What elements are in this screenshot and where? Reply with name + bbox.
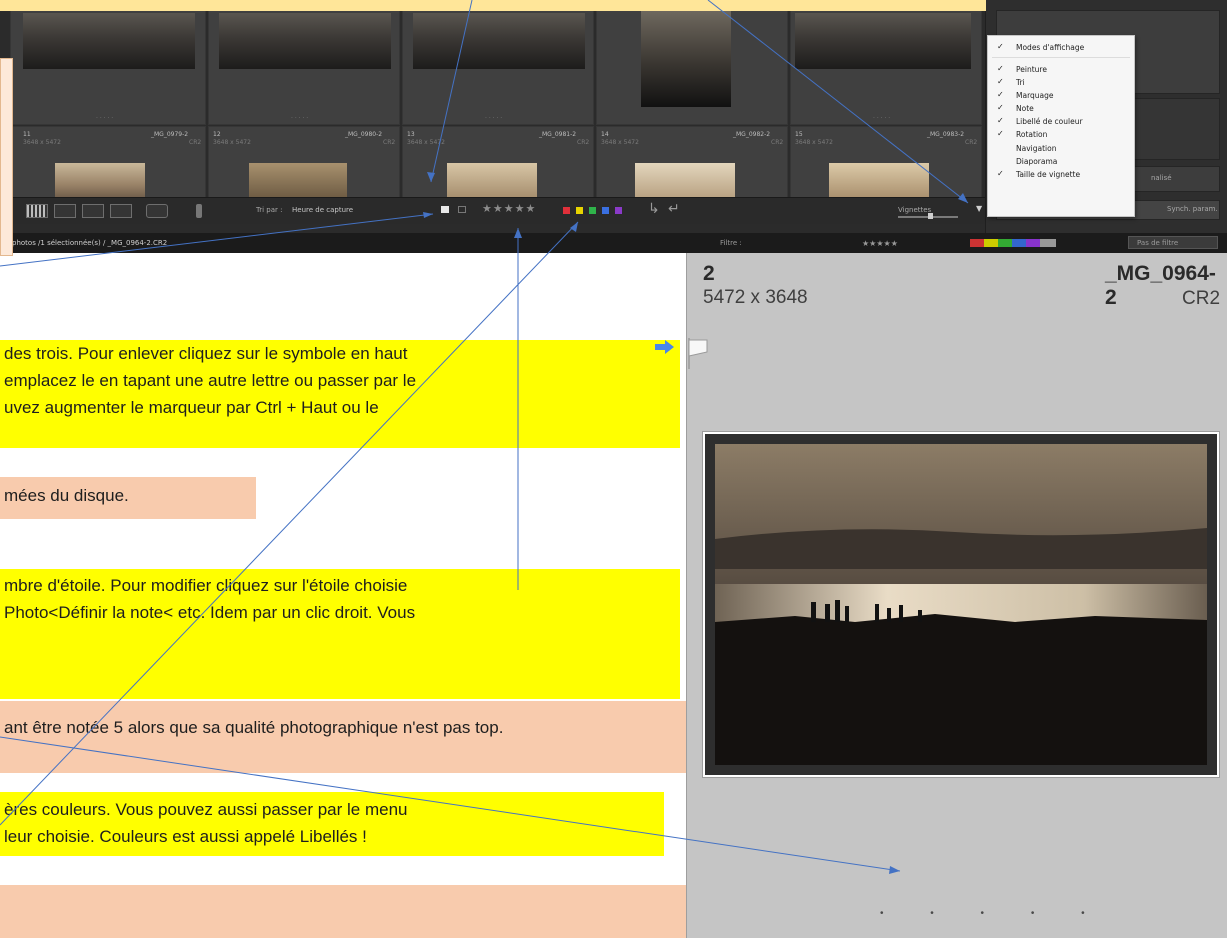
connector-lines bbox=[0, 0, 969, 874]
